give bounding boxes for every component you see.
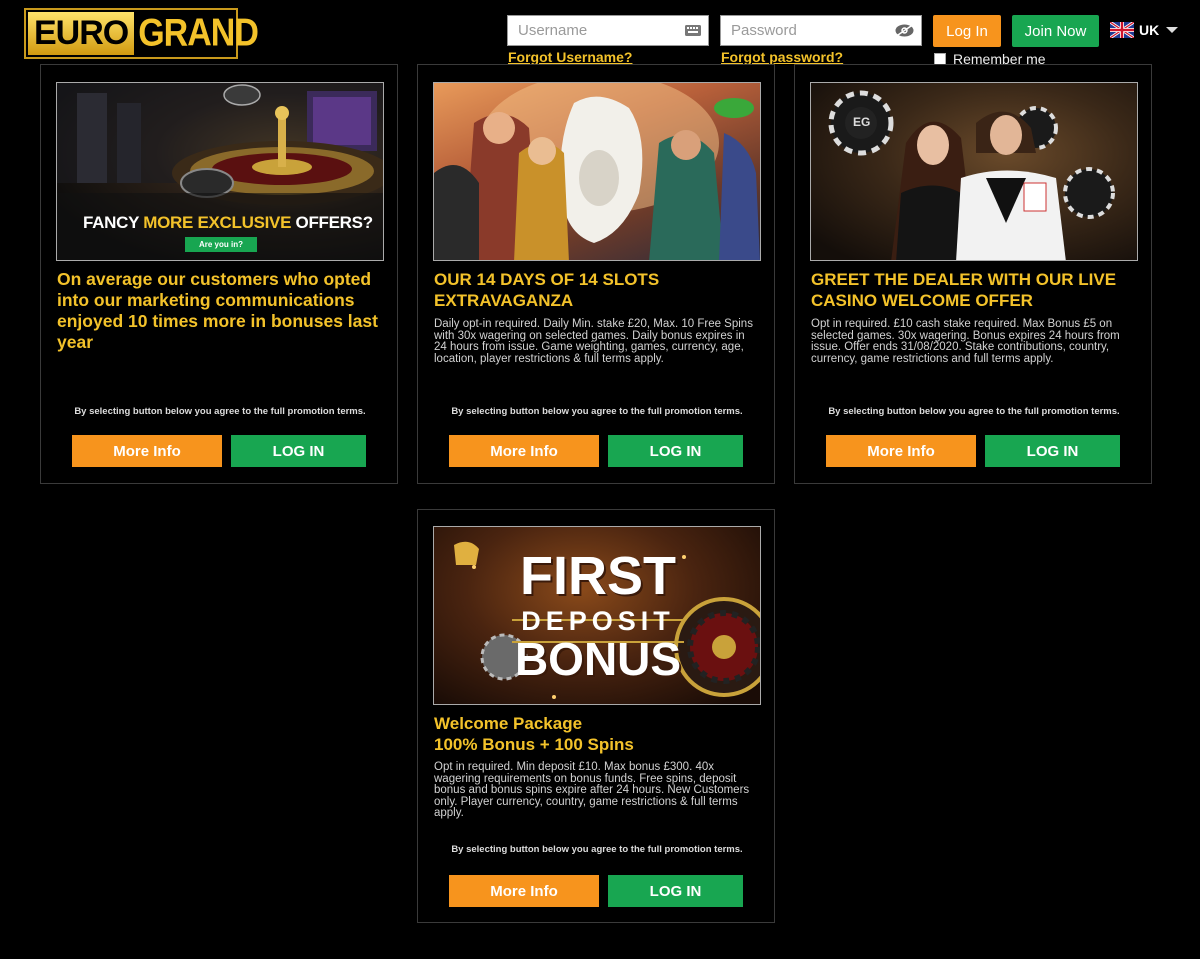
more-info-button[interactable]: More Info bbox=[449, 435, 599, 467]
keyboard-icon[interactable] bbox=[684, 23, 702, 38]
promo-login-button[interactable]: LOG IN bbox=[231, 435, 366, 467]
header-login-button[interactable]: Log In bbox=[933, 15, 1001, 47]
live-dealers-illustration bbox=[828, 90, 1115, 260]
promo-title: GREET THE DEALER WITH OUR LIVE CASINO WE… bbox=[811, 270, 1117, 310]
promo-card-exclusive-offers: FANCY MORE EXCLUSIVE OFFERS? Are you in?… bbox=[40, 64, 398, 484]
forgot-username-link[interactable]: Forgot Username? bbox=[508, 49, 632, 65]
promo-description: Daily opt-in required. Daily Min. stake … bbox=[434, 318, 753, 365]
promo-login-button[interactable]: LOG IN bbox=[608, 435, 743, 467]
promo-title: Welcome Package 100% Bonus + 100 Spins bbox=[434, 713, 764, 755]
promo-banner-roulette[interactable]: FANCY MORE EXCLUSIVE OFFERS? Are you in? bbox=[56, 82, 384, 261]
password-input[interactable] bbox=[721, 16, 921, 45]
banner-text-offers: OFFERS? bbox=[291, 213, 374, 232]
username-input[interactable] bbox=[508, 16, 708, 45]
promo-card-first-deposit: FIRST DEPOSIT BONUS Welcome Package 100%… bbox=[417, 509, 775, 923]
banner-text-exclusive: MORE EXCLUSIVE bbox=[143, 213, 292, 232]
logo-euro-text: EURO bbox=[28, 12, 135, 55]
language-label: UK bbox=[1139, 22, 1160, 38]
join-now-button[interactable]: Join Now bbox=[1012, 15, 1099, 47]
promo-title: On average our customers who opted into … bbox=[57, 269, 378, 352]
logo-grand-text: GRAND bbox=[138, 11, 259, 55]
promo-card-live-casino: EG GREET THE DEALER WITH OUR LIVE CASINO… bbox=[794, 64, 1152, 484]
banner-first: FIRST bbox=[520, 546, 676, 606]
roulette-illustration bbox=[57, 83, 383, 260]
promo-terms-note: By selecting button below you agree to t… bbox=[74, 406, 366, 417]
uk-flag-icon bbox=[1110, 22, 1134, 38]
promo-terms-note: By selecting button below you agree to t… bbox=[451, 406, 743, 417]
promo-title: OUR 14 DAYS OF 14 SLOTS EXTRAVAGANZA bbox=[434, 270, 660, 310]
banner-bonus: BONUS bbox=[514, 633, 682, 685]
promo-description: Opt in required. £10 cash stake required… bbox=[811, 318, 1120, 365]
promo-banner-live-dealers[interactable]: EG bbox=[810, 82, 1138, 261]
promo-card-slots-extravaganza: OUR 14 DAYS OF 14 SLOTS EXTRAVAGANZA Dai… bbox=[417, 64, 775, 484]
promo-title-line2: 100% Bonus + 100 Spins bbox=[434, 735, 634, 754]
more-info-button[interactable]: More Info bbox=[72, 435, 222, 467]
chip-eg-label: EG bbox=[853, 115, 871, 129]
forgot-password-link[interactable]: Forgot password? bbox=[721, 49, 843, 65]
ribbon-text: Are you in? bbox=[198, 240, 243, 249]
more-info-button[interactable]: More Info bbox=[449, 875, 599, 907]
banner-deposit: DEPOSIT bbox=[521, 606, 675, 636]
username-field-wrapper bbox=[507, 15, 709, 46]
promo-terms-note: By selecting button below you agree to t… bbox=[451, 844, 743, 855]
chevron-down-icon bbox=[1166, 27, 1179, 33]
language-selector[interactable]: UK bbox=[1110, 22, 1179, 38]
password-field-wrapper bbox=[720, 15, 922, 46]
promo-banner-first-deposit-bonus[interactable]: FIRST DEPOSIT BONUS bbox=[433, 526, 761, 705]
slots-heroes-illustration bbox=[434, 83, 760, 260]
promo-login-button[interactable]: LOG IN bbox=[608, 875, 743, 907]
eurogrand-logo[interactable]: EURO GRAND bbox=[24, 8, 259, 59]
promo-description: Opt in required. Min deposit £10. Max bo… bbox=[434, 761, 750, 819]
banner-text-fancy: FANCY bbox=[83, 213, 144, 232]
promo-terms-note: By selecting button below you agree to t… bbox=[828, 406, 1120, 417]
promo-banner-slots-heroes[interactable] bbox=[433, 82, 761, 261]
are-you-in-ribbon: Are you in? bbox=[185, 237, 257, 252]
more-info-button[interactable]: More Info bbox=[826, 435, 976, 467]
promo-title-line1: Welcome Package bbox=[434, 714, 583, 733]
eye-icon[interactable] bbox=[894, 23, 915, 38]
promo-login-button[interactable]: LOG IN bbox=[985, 435, 1120, 467]
